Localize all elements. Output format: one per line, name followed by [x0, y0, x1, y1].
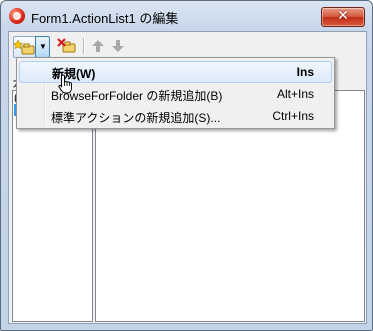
- toolbar-separator: [83, 38, 84, 54]
- app-icon: [9, 8, 25, 24]
- delete-action-button[interactable]: [57, 37, 77, 55]
- chevron-down-icon: ▼: [39, 42, 47, 51]
- window-title: Form1.ActionList1 の編集: [31, 11, 179, 26]
- new-action-button[interactable]: [13, 36, 37, 58]
- move-down-button[interactable]: [109, 37, 127, 55]
- toolbar: ▼: [9, 32, 366, 60]
- menu-item-shortcut: Ctrl+Ins: [272, 109, 314, 123]
- menu-item-shortcut: Alt+Ins: [276, 87, 314, 101]
- menu-item-shortcut: Ins: [296, 65, 314, 79]
- move-up-arrow-icon: [92, 40, 104, 52]
- title-bar[interactable]: Form1.ActionList1 の編集 ✕: [1, 1, 372, 31]
- close-icon: ✕: [337, 7, 349, 23]
- new-action-dropdown[interactable]: ▼: [35, 36, 50, 58]
- menu-item-label: 標準アクションの新規追加(S)...: [51, 111, 221, 125]
- new-action-icon: [14, 39, 35, 55]
- move-down-arrow-icon: [112, 40, 124, 52]
- hand-cursor-icon: [58, 74, 74, 94]
- editor-window: Form1.ActionList1 の編集 ✕ ▼: [0, 0, 373, 331]
- menu-item-add-standard-action[interactable]: 標準アクションの新規追加(S)... Ctrl+Ins: [19, 105, 332, 127]
- move-up-button[interactable]: [89, 37, 107, 55]
- delete-action-icon: [57, 38, 76, 53]
- menu-item-label: BrowseForFolder の新規追加(B): [51, 89, 223, 103]
- close-button[interactable]: ✕: [321, 7, 365, 27]
